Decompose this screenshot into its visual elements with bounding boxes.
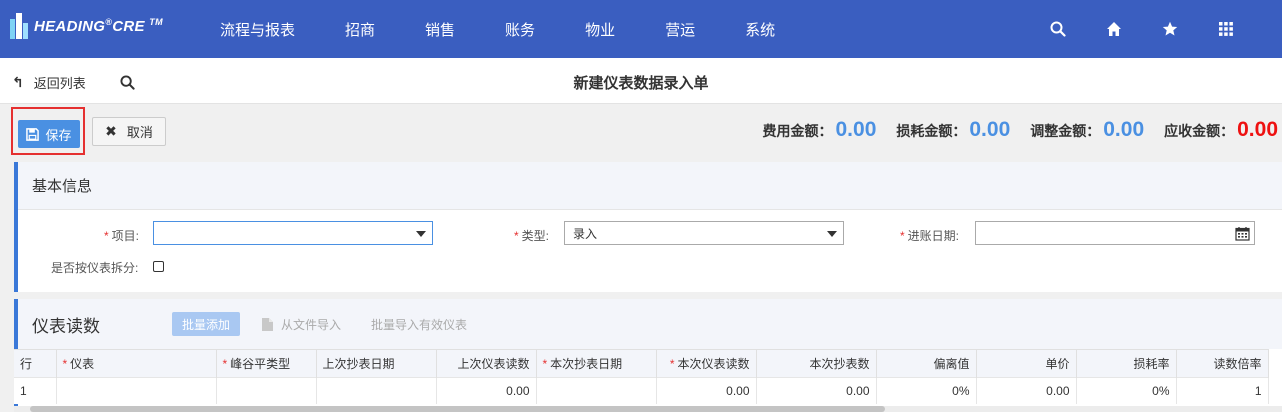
table-cell-loss-rate[interactable]: 0% bbox=[1076, 377, 1177, 404]
total-loss-label: 损耗金额： bbox=[896, 123, 967, 139]
batch-import-valid-meters-link[interactable]: 批量导入有效仪表 bbox=[371, 316, 467, 333]
split-by-meter-checkbox[interactable] bbox=[153, 261, 164, 272]
search-icon[interactable] bbox=[1030, 21, 1086, 37]
save-button[interactable]: 保存 bbox=[18, 120, 80, 148]
column-header[interactable]: 损耗率 bbox=[1076, 349, 1177, 378]
home-icon[interactable] bbox=[1086, 21, 1142, 37]
column-header[interactable]: 单价 bbox=[976, 349, 1077, 378]
chevron-down-icon bbox=[416, 231, 426, 237]
cancel-button-label: 取消 bbox=[126, 125, 153, 140]
entry-date-input[interactable] bbox=[975, 221, 1255, 245]
action-bar: 保存 ✖ 取消 费用金额： 0.00 损耗金额： 0.00 调整金额： 0.00… bbox=[0, 104, 1282, 160]
column-header[interactable]: * 峰谷平类型 bbox=[216, 349, 317, 378]
batch-add-button[interactable]: 批量添加 bbox=[172, 312, 241, 336]
app-logo[interactable]: HEADING®CRE TM bbox=[10, 12, 163, 40]
column-header[interactable]: 行 bbox=[14, 349, 57, 378]
total-adjustment-value: 0.00 bbox=[1103, 118, 1145, 141]
top-navbar: HEADING®CRE TM 流程与报表 招商 销售 账务 物业 营运 系统 bbox=[0, 0, 1282, 58]
table-cell-last-read-date[interactable] bbox=[316, 377, 437, 404]
table-cell-meter[interactable] bbox=[56, 377, 217, 404]
type-value: 录入 bbox=[573, 226, 598, 241]
save-button-label: 保存 bbox=[45, 127, 72, 143]
meter-readings-title: 仪表读数 bbox=[32, 316, 100, 336]
table-cell-current-usage: 0.00 bbox=[756, 377, 877, 404]
table-header-row: 行 * 仪表 * 峰谷平类型 上次抄表日期 上次仪表读数 * 本次抄表日期 * 本次仪表… bbox=[14, 349, 1269, 378]
type-select[interactable]: 录入 bbox=[564, 221, 844, 245]
star-icon[interactable] bbox=[1142, 21, 1198, 37]
calendar-icon[interactable] bbox=[1235, 226, 1250, 244]
column-header[interactable]: * 本次抄表日期 bbox=[536, 349, 657, 378]
save-button-highlight: 保存 bbox=[11, 107, 85, 155]
total-receivable: 应收金额： 0.00 bbox=[1164, 118, 1278, 142]
total-loss: 损耗金额： 0.00 bbox=[896, 118, 1010, 142]
column-header[interactable]: * 仪表 bbox=[56, 349, 217, 378]
table-cell-current-read-date[interactable] bbox=[536, 377, 657, 404]
apps-grid-icon[interactable] bbox=[1198, 22, 1254, 36]
split-by-meter-label: 是否按仪表拆分: bbox=[51, 261, 139, 275]
file-icon bbox=[262, 317, 274, 331]
total-adjustment-label: 调整金额： bbox=[1030, 123, 1101, 139]
column-header[interactable]: 偏离值 bbox=[876, 349, 977, 378]
nav-item-system[interactable]: 系统 bbox=[745, 19, 775, 40]
total-receivable-label: 应收金额： bbox=[1164, 123, 1235, 139]
type-label: * 类型: bbox=[514, 229, 550, 243]
total-fee-value: 0.00 bbox=[835, 118, 877, 141]
totals-summary: 费用金额： 0.00 损耗金额： 0.00 调整金额： 0.00 应收金额： 0… bbox=[743, 118, 1279, 142]
entry-date-label: * 进账日期: bbox=[900, 229, 960, 243]
total-receivable-value: 0.00 bbox=[1237, 118, 1278, 141]
import-from-file-link[interactable]: 从文件导入 bbox=[262, 316, 341, 333]
meter-readings-panel: 仪表读数 批量添加 从文件导入 批量导入有效仪表 行 * 仪表 * 峰谷平类型 上次… bbox=[14, 299, 1282, 412]
basic-info-panel: 基本信息 * 项目: * 类型: 录入 * 进账日期: 是否按仪表拆分: bbox=[14, 162, 1282, 292]
column-header[interactable]: 上次抄表日期 bbox=[316, 349, 437, 378]
meter-readings-table: 行 * 仪表 * 峰谷平类型 上次抄表日期 上次仪表读数 * 本次抄表日期 * 本次仪表… bbox=[14, 349, 1269, 404]
table-cell-unit-price[interactable]: 0.00 bbox=[976, 377, 1077, 404]
basic-info-title: 基本信息 bbox=[18, 162, 1282, 210]
table-cell-peak-type[interactable] bbox=[216, 377, 317, 404]
column-header[interactable]: 上次仪表读数 bbox=[436, 349, 537, 378]
column-header[interactable]: * 本次仪表读数 bbox=[656, 349, 757, 378]
scrollbar-thumb[interactable] bbox=[30, 406, 885, 412]
nav-item-leasing[interactable]: 招商 bbox=[345, 19, 375, 40]
column-header[interactable]: 读数倍率 bbox=[1176, 349, 1269, 378]
page-title: 新建仪表数据录入单 bbox=[573, 75, 709, 92]
nav-item-operations[interactable]: 营运 bbox=[665, 19, 695, 40]
logo-building-icon bbox=[10, 13, 28, 39]
total-loss-value: 0.00 bbox=[969, 118, 1011, 141]
column-header[interactable]: 本次抄表数 bbox=[756, 349, 877, 378]
table-cell-row-number: 1 bbox=[14, 377, 57, 404]
nav-item-property[interactable]: 物业 bbox=[585, 19, 615, 40]
logo-text: HEADING®CRE TM bbox=[34, 17, 163, 35]
chevron-down-icon bbox=[827, 231, 837, 237]
table-row[interactable]: 1 0.00 0.00 0.00 0% 0.00 0% 1 bbox=[14, 377, 1269, 404]
table-cell-current-reading[interactable]: 0.00 bbox=[656, 377, 757, 404]
floppy-disk-icon bbox=[26, 127, 40, 141]
table-cell-last-reading[interactable]: 0.00 bbox=[436, 377, 537, 404]
nav-item-sales[interactable]: 销售 bbox=[425, 19, 455, 40]
table-cell-multiplier[interactable]: 1 bbox=[1176, 377, 1269, 404]
total-fee: 费用金额： 0.00 bbox=[763, 118, 877, 142]
top-icon-group bbox=[1030, 0, 1254, 58]
cancel-button[interactable]: ✖ 取消 bbox=[92, 117, 166, 146]
nav-item-accounts[interactable]: 账务 bbox=[505, 19, 535, 40]
table-cell-deviation: 0% bbox=[876, 377, 977, 404]
meter-readings-toolbar: 仪表读数 批量添加 从文件导入 批量导入有效仪表 bbox=[18, 299, 1282, 349]
main-nav: 流程与报表 招商 销售 账务 物业 营运 系统 bbox=[220, 0, 825, 58]
page-header: ↰ 返回列表 新建仪表数据录入单 bbox=[0, 58, 1282, 104]
total-fee-label: 费用金额： bbox=[762, 123, 833, 139]
project-select[interactable] bbox=[153, 221, 433, 245]
project-label: * 项目: bbox=[104, 229, 140, 243]
total-adjustment: 调整金额： 0.00 bbox=[1030, 118, 1144, 142]
horizontal-scrollbar[interactable] bbox=[14, 406, 1282, 412]
close-icon: ✖ bbox=[105, 123, 117, 139]
nav-item-reports[interactable]: 流程与报表 bbox=[220, 19, 295, 40]
